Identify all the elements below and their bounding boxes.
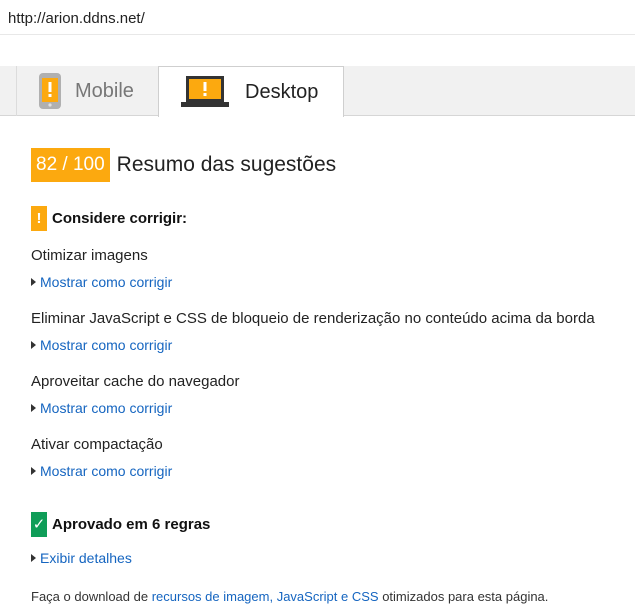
tab-desktop[interactable]: Desktop	[158, 66, 344, 117]
device-tabs: Mobile Desktop	[0, 66, 635, 117]
show-fix-label: Mostrar como corrigir	[40, 400, 173, 416]
rule-title: Eliminar JavaScript e CSS de bloqueio de…	[31, 310, 595, 327]
caret-right-icon	[31, 341, 36, 349]
show-details-link[interactable]: Exibir detalhes	[31, 550, 132, 566]
laptop-warning-icon	[181, 75, 229, 109]
tab-mobile-label: Mobile	[75, 79, 134, 102]
score-header: 82 / 100 Resumo das sugestões	[31, 148, 336, 182]
url-text: http://arion.ddns.net/	[8, 10, 145, 27]
download-note-prefix: Faça o download de	[31, 589, 152, 604]
show-fix-label: Mostrar como corrigir	[40, 274, 173, 290]
caret-right-icon	[31, 404, 36, 412]
fix-section-title: Considere corrigir:	[52, 210, 188, 227]
download-note-suffix: otimizados para esta página.	[378, 589, 549, 604]
caret-right-icon	[31, 278, 36, 286]
show-fix-link[interactable]: Mostrar como corrigir	[31, 463, 172, 479]
rule-title: Otimizar imagens	[31, 247, 148, 264]
show-details-label: Exibir detalhes	[40, 550, 132, 566]
show-fix-link[interactable]: Mostrar como corrigir	[31, 274, 172, 290]
show-fix-label: Mostrar como corrigir	[40, 463, 173, 479]
caret-right-icon	[31, 467, 36, 475]
passed-section-header: ✓ Aprovado em 6 regras	[31, 512, 210, 537]
mobile-phone-warning-icon	[39, 73, 61, 109]
warning-icon: !	[31, 206, 47, 231]
checkmark-icon: ✓	[31, 512, 47, 537]
show-fix-link[interactable]: Mostrar como corrigir	[31, 337, 172, 353]
download-note: Faça o download de recursos de imagem, J…	[31, 589, 548, 604]
show-fix-link[interactable]: Mostrar como corrigir	[31, 400, 172, 416]
fix-section-header: ! Considere corrigir:	[31, 206, 187, 231]
rule-title: Ativar compactação	[31, 436, 163, 453]
caret-right-icon	[31, 554, 36, 562]
tab-desktop-label: Desktop	[245, 80, 319, 103]
show-fix-label: Mostrar como corrigir	[40, 337, 173, 353]
tab-mobile[interactable]: Mobile	[16, 66, 158, 116]
address-bar[interactable]: http://arion.ddns.net/	[0, 0, 635, 35]
score-badge: 82 / 100	[31, 148, 110, 182]
passed-section-title: Aprovado em 6 regras	[52, 516, 211, 533]
summary-title: Resumo das sugestões	[116, 153, 337, 176]
rule-title: Aproveitar cache do navegador	[31, 373, 240, 390]
download-resources-link[interactable]: recursos de imagem, JavaScript e CSS	[152, 589, 379, 604]
